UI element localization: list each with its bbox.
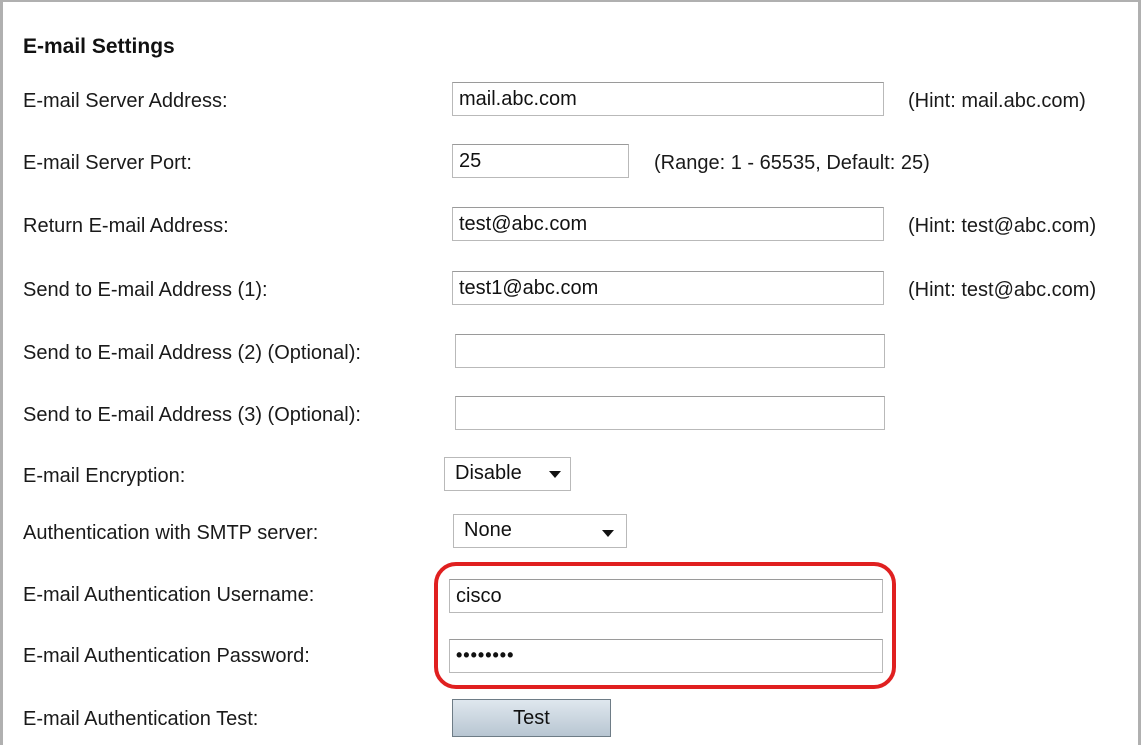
row-encryption: E-mail Encryption: Disable xyxy=(3,457,1144,497)
send-to-3-input[interactable] xyxy=(455,396,885,430)
smtp-auth-select[interactable]: None xyxy=(453,514,627,548)
row-server-port: E-mail Server Port: 25 (Range: 1 - 65535… xyxy=(3,144,1144,184)
encryption-label: E-mail Encryption: xyxy=(23,465,186,487)
auth-password-label: E-mail Authentication Password: xyxy=(23,645,310,667)
server-address-label: E-mail Server Address: xyxy=(23,90,228,112)
server-port-label: E-mail Server Port: xyxy=(23,152,192,174)
auth-username-label: E-mail Authentication Username: xyxy=(23,584,315,606)
send-to-1-input[interactable]: test1@abc.com xyxy=(452,271,884,305)
row-return-address: Return E-mail Address: test@abc.com (Hin… xyxy=(3,207,1144,247)
encryption-selected-value: Disable xyxy=(455,462,522,484)
return-address-hint: (Hint: test@abc.com) xyxy=(908,215,1097,237)
server-address-hint: (Hint: mail.abc.com) xyxy=(908,90,1086,112)
row-send-to-2: Send to E-mail Address (2) (Optional): xyxy=(3,334,1144,374)
server-address-input[interactable]: mail.abc.com xyxy=(452,82,884,116)
chevron-down-icon xyxy=(549,471,561,478)
send-to-1-hint: (Hint: test@abc.com) xyxy=(908,279,1097,301)
row-send-to-1: Send to E-mail Address (1): test1@abc.co… xyxy=(3,271,1144,311)
smtp-auth-selected-value: None xyxy=(464,519,512,541)
highlight-annotation xyxy=(434,562,896,689)
section-title: E-mail Settings xyxy=(23,35,175,58)
smtp-auth-label: Authentication with SMTP server: xyxy=(23,522,319,544)
server-port-hint: (Range: 1 - 65535, Default: 25) xyxy=(654,152,930,174)
row-send-to-3: Send to E-mail Address (3) (Optional): xyxy=(3,396,1144,436)
send-to-1-label: Send to E-mail Address (1): xyxy=(23,279,268,301)
test-button[interactable]: Test xyxy=(452,699,611,737)
return-address-label: Return E-mail Address: xyxy=(23,215,229,237)
row-server-address: E-mail Server Address: mail.abc.com (Hin… xyxy=(3,82,1144,122)
row-smtp-auth: Authentication with SMTP server: None xyxy=(3,514,1144,554)
return-address-input[interactable]: test@abc.com xyxy=(452,207,884,241)
send-to-3-label: Send to E-mail Address (3) (Optional): xyxy=(23,404,361,426)
server-port-input[interactable]: 25 xyxy=(452,144,629,178)
email-settings-panel: E-mail Settings E-mail Server Address: m… xyxy=(0,0,1141,745)
encryption-select[interactable]: Disable xyxy=(444,457,571,491)
chevron-down-icon xyxy=(602,530,614,537)
send-to-2-label: Send to E-mail Address (2) (Optional): xyxy=(23,342,361,364)
auth-test-label: E-mail Authentication Test: xyxy=(23,708,259,730)
send-to-2-input[interactable] xyxy=(455,334,885,368)
